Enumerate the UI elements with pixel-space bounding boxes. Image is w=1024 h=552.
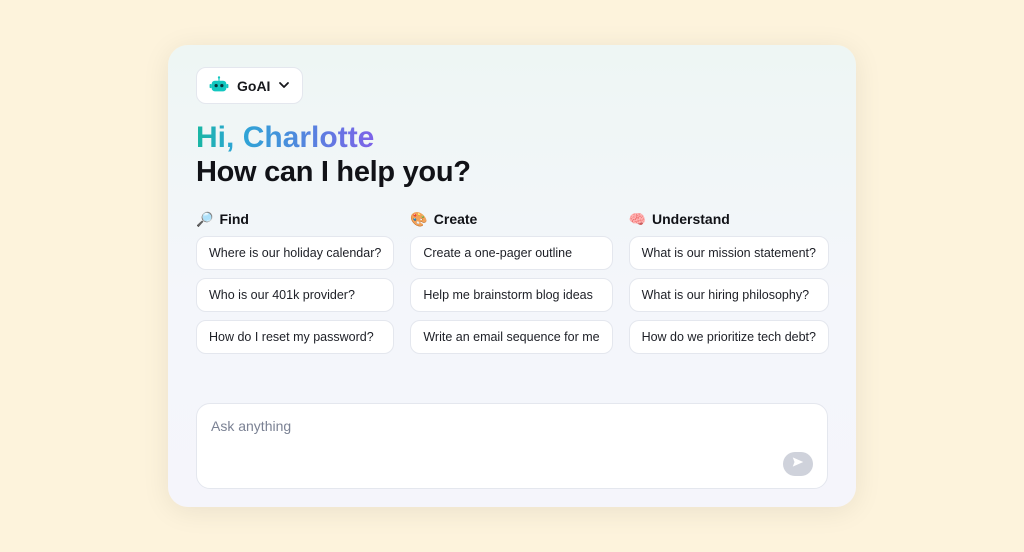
column-title: Find [219, 211, 249, 227]
model-name: GoAI [237, 78, 270, 94]
robot-icon [209, 75, 229, 96]
column-title: Understand [652, 211, 730, 227]
column-title: Create [434, 211, 478, 227]
column-understand: 🧠 Understand What is our mission stateme… [629, 211, 829, 362]
greeting-sub: How can I help you? [196, 156, 828, 189]
suggestion-chip[interactable]: Where is our holiday calendar? [196, 236, 394, 270]
suggestion-chip[interactable]: What is our mission statement? [629, 236, 829, 270]
greeting-hi: Hi, [196, 121, 234, 154]
suggestion-chip[interactable]: Who is our 401k provider? [196, 278, 394, 312]
send-icon [791, 455, 805, 474]
create-icon: 🎨 [410, 211, 427, 228]
suggestion-chip[interactable]: Create a one-pager outline [410, 236, 612, 270]
column-find: 🔎 Find Where is our holiday calendar? Wh… [196, 211, 394, 362]
send-button[interactable] [783, 452, 813, 476]
greeting-name: Charlotte [243, 121, 375, 154]
chat-card: GoAI Hi, Charlotte How can I help you? 🔎… [168, 45, 856, 507]
chevron-down-icon [278, 78, 290, 94]
suggestion-chip[interactable]: How do I reset my password? [196, 320, 394, 354]
suggestion-chip[interactable]: Help me brainstorm blog ideas [410, 278, 612, 312]
suggestion-chip[interactable]: Write an email sequence for me [410, 320, 612, 354]
suggestion-chip[interactable]: How do we prioritize tech debt? [629, 320, 829, 354]
chat-input-box [196, 403, 828, 489]
find-icon: 🔎 [196, 211, 213, 228]
column-create: 🎨 Create Create a one-pager outline Help… [410, 211, 612, 362]
chat-input[interactable] [211, 418, 813, 434]
greeting: Hi, Charlotte How can I help you? [196, 122, 828, 189]
understand-icon: 🧠 [629, 211, 646, 228]
suggestion-chip[interactable]: What is our hiring philosophy? [629, 278, 829, 312]
suggestion-columns: 🔎 Find Where is our holiday calendar? Wh… [196, 211, 828, 362]
model-selector[interactable]: GoAI [196, 67, 303, 104]
